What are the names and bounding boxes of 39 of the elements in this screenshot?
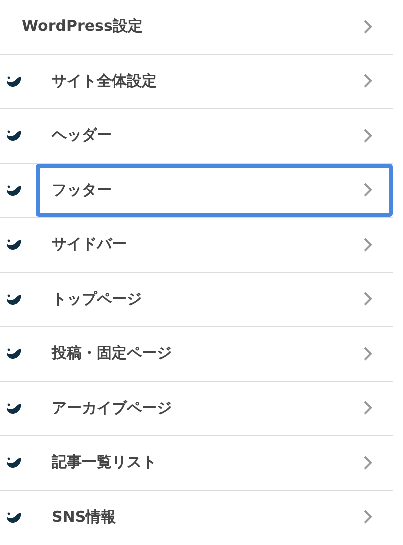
chevron-icon — [363, 291, 373, 308]
menu-label: フッター — [52, 180, 112, 200]
menu-label: トップページ — [52, 290, 142, 309]
menu-item[interactable]: WordPress設定 — [0, 0, 393, 54]
bird-icon — [6, 294, 22, 306]
bird-icon — [6, 512, 22, 524]
bird-icon — [6, 76, 22, 88]
chevron-icon — [363, 454, 373, 471]
bird-icon — [6, 184, 22, 196]
chevron-icon — [363, 128, 373, 144]
menu-label: アーカイブページ — [52, 398, 172, 418]
chevron-icon — [363, 346, 373, 362]
bird-icon — [6, 457, 22, 469]
menu-label: WordPress設定 — [22, 17, 143, 36]
bird-icon — [6, 130, 22, 142]
menu-label: サイドバー — [52, 235, 127, 254]
bird-icon — [6, 239, 22, 251]
chevron-icon — [363, 400, 373, 416]
menu-item[interactable]: 投稿・固定ページ — [36, 327, 393, 380]
menu-item[interactable]: SNS情報 — [36, 490, 393, 544]
menu-label: 記事一覧リスト — [52, 453, 157, 472]
menu-item[interactable]: 記事一覧リスト — [36, 436, 393, 490]
chevron-icon — [363, 73, 373, 90]
bird-icon — [6, 402, 22, 414]
menu-item[interactable]: サイト全体設定 — [36, 54, 393, 108]
menu-label: サイト全体設定 — [52, 72, 157, 91]
chevron-icon — [363, 236, 373, 253]
menu-item[interactable]: サイドバー — [36, 218, 393, 272]
menu-item[interactable]: フッター — [36, 164, 393, 217]
menu-item[interactable]: トップページ — [36, 272, 393, 326]
chevron-icon — [363, 18, 373, 35]
menu-item[interactable]: アーカイブページ — [36, 382, 393, 435]
chevron-icon — [363, 509, 373, 526]
menu-label: 投稿・固定ページ — [52, 344, 172, 364]
bird-icon — [6, 348, 22, 360]
menu-label: ヘッダー — [52, 126, 112, 146]
menu-label: SNS情報 — [52, 508, 116, 527]
chevron-icon — [363, 182, 373, 198]
menu-item[interactable]: ヘッダー — [36, 109, 393, 162]
